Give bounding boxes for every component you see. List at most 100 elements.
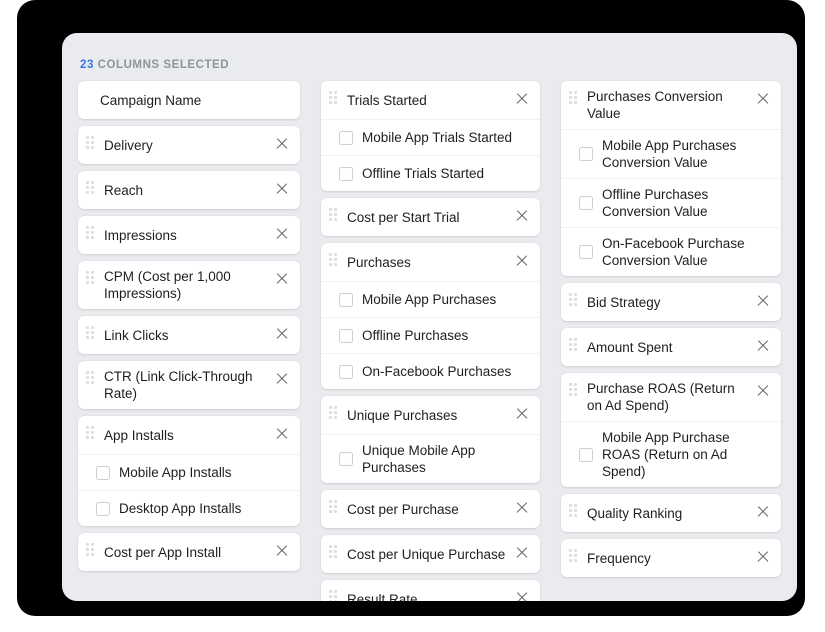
column-item-result-rate[interactable]: Result Rate	[321, 580, 540, 601]
column-item-purchases[interactable]: Purchases	[321, 243, 540, 281]
column-card-delivery: Delivery	[78, 126, 300, 164]
close-icon[interactable]	[274, 225, 290, 241]
drag-handle-icon[interactable]	[86, 181, 96, 194]
drag-handle-icon[interactable]	[328, 545, 339, 558]
column-item-impressions[interactable]: Impressions	[78, 216, 300, 254]
checkbox-unchecked-icon[interactable]	[579, 147, 593, 161]
close-icon[interactable]	[755, 548, 771, 564]
drag-handle-icon[interactable]	[86, 543, 96, 556]
checkbox-unchecked-icon[interactable]	[338, 130, 353, 145]
checkbox-unchecked-icon[interactable]	[338, 452, 353, 466]
checkbox-unchecked-icon[interactable]	[579, 245, 593, 259]
close-icon[interactable]	[755, 292, 771, 308]
close-icon[interactable]	[755, 503, 771, 519]
checkbox-unchecked-icon[interactable]	[338, 364, 353, 379]
drag-handle-icon[interactable]	[569, 293, 579, 306]
close-icon[interactable]	[755, 337, 771, 353]
sub-item-desktop-app-installs[interactable]: Desktop App Installs	[78, 490, 300, 526]
checkbox-unchecked-icon[interactable]	[338, 328, 353, 343]
sub-item-on-facebook-purchase-conversion-value[interactable]: On-Facebook Purchase Conversion Value	[561, 227, 781, 276]
close-icon[interactable]	[274, 542, 290, 558]
close-icon[interactable]	[755, 382, 771, 398]
sub-item-mobile-app-purchases-conversion-value[interactable]: Mobile App Purchases Conversion Value	[561, 129, 781, 178]
drag-handle-icon[interactable]	[86, 371, 96, 384]
column-item-campaign-name[interactable]: Campaign Name	[78, 81, 300, 119]
column-item-trials-started[interactable]: Trials Started	[321, 81, 540, 119]
close-icon[interactable]	[514, 207, 530, 223]
sub-item-on-facebook-purchases[interactable]: On-Facebook Purchases	[320, 353, 540, 389]
column-item-purchases-conversion-value[interactable]: Purchases Conversion Value	[561, 81, 781, 129]
column-item-cost-per-unique-purchase[interactable]: Cost per Unique Purchase	[321, 535, 540, 573]
column-item-delivery[interactable]: Delivery	[78, 126, 300, 164]
column-item-app-installs[interactable]: App Installs	[78, 416, 300, 454]
column-item-link-clicks[interactable]: Link Clicks	[78, 316, 300, 354]
drag-handle-icon[interactable]	[86, 226, 96, 239]
close-icon[interactable]	[514, 252, 530, 268]
close-icon[interactable]	[274, 425, 290, 441]
column-item-label: Reach	[104, 182, 144, 198]
close-icon[interactable]	[274, 325, 290, 341]
sub-item-mobile-app-purchase-roas-return-on-ad-spend[interactable]: Mobile App Purchase ROAS (Return on Ad S…	[561, 421, 781, 487]
column-item-cost-per-purchase[interactable]: Cost per Purchase	[321, 490, 540, 528]
drag-handle-icon[interactable]	[569, 549, 579, 562]
close-icon[interactable]	[274, 135, 290, 151]
drag-handle-icon[interactable]	[86, 136, 96, 149]
close-icon[interactable]	[514, 90, 530, 106]
sub-item-offline-purchases[interactable]: Offline Purchases	[320, 317, 540, 353]
checkbox-unchecked-icon[interactable]	[338, 292, 353, 307]
sub-item-label: Offline Purchases Conversion Value	[602, 187, 709, 219]
column-item-cpm-cost-per-1000-impressions[interactable]: CPM (Cost per 1,000 Impressions)	[78, 261, 300, 309]
checkbox-unchecked-icon[interactable]	[338, 166, 353, 181]
column-item-ctr-link-click-through-rate[interactable]: CTR (Link Click-Through Rate)	[78, 361, 300, 409]
drag-handle-icon[interactable]	[328, 590, 339, 601]
checkbox-unchecked-icon[interactable]	[579, 447, 593, 462]
close-icon[interactable]	[514, 405, 530, 421]
column-item-cost-per-start-trial[interactable]: Cost per Start Trial	[321, 198, 540, 236]
drag-handle-icon[interactable]	[569, 383, 579, 396]
drag-handle-icon[interactable]	[569, 504, 579, 517]
checkbox-unchecked-icon[interactable]	[96, 501, 110, 516]
drag-handle-icon[interactable]	[328, 253, 339, 266]
close-icon[interactable]	[514, 499, 530, 515]
drag-handle-icon[interactable]	[86, 326, 96, 339]
column-item-cost-per-app-install[interactable]: Cost per App Install	[78, 533, 300, 571]
close-icon[interactable]	[274, 370, 290, 386]
drag-handle-icon[interactable]	[328, 406, 339, 419]
column-item-quality-ranking[interactable]: Quality Ranking	[561, 494, 781, 532]
sub-item-unique-mobile-app-purchases[interactable]: Unique Mobile App Purchases	[320, 434, 540, 483]
sub-item-label: Unique Mobile App Purchases	[361, 443, 476, 475]
close-icon[interactable]	[274, 180, 290, 196]
sub-item-label: Mobile App Purchase ROAS (Return on Ad S…	[602, 430, 730, 479]
sub-item-mobile-app-purchases[interactable]: Mobile App Purchases	[320, 281, 540, 317]
sub-item-mobile-app-installs[interactable]: Mobile App Installs	[78, 454, 300, 490]
sub-item-offline-purchases-conversion-value[interactable]: Offline Purchases Conversion Value	[561, 178, 781, 227]
column-item-amount-spent[interactable]: Amount Spent	[561, 328, 781, 366]
column-card-result-rate: Result Rate	[320, 580, 540, 601]
column-item-label: Cost per Start Trial	[346, 209, 460, 225]
column-item-bid-strategy[interactable]: Bid Strategy	[561, 283, 781, 321]
column-item-reach[interactable]: Reach	[78, 171, 300, 209]
close-icon[interactable]	[274, 270, 290, 286]
drag-handle-icon[interactable]	[569, 91, 579, 104]
checkbox-unchecked-icon[interactable]	[579, 196, 593, 210]
drag-handle-icon[interactable]	[86, 271, 96, 284]
column-item-frequency[interactable]: Frequency	[561, 539, 781, 577]
drag-handle-icon[interactable]	[86, 426, 96, 439]
drag-handle-icon[interactable]	[328, 500, 339, 513]
column-item-label: Frequency	[587, 550, 651, 566]
drag-handle-icon[interactable]	[328, 91, 339, 104]
column-card-amount-spent: Amount Spent	[561, 328, 781, 366]
column-item-label: Amount Spent	[587, 339, 673, 355]
drag-handle-icon[interactable]	[328, 208, 339, 221]
drag-handle-icon[interactable]	[569, 338, 579, 351]
close-icon[interactable]	[514, 544, 530, 560]
sub-item-mobile-app-trials-started[interactable]: Mobile App Trials Started	[320, 119, 540, 155]
column-item-label: Delivery	[104, 137, 153, 153]
sub-item-offline-trials-started[interactable]: Offline Trials Started	[320, 155, 540, 191]
checkbox-unchecked-icon[interactable]	[96, 465, 110, 480]
column-item-purchase-roas-return-on-ad-spend[interactable]: Purchase ROAS (Return on Ad Spend)	[561, 373, 781, 421]
close-icon[interactable]	[514, 589, 530, 601]
close-icon[interactable]	[755, 90, 771, 106]
column-item-unique-purchases[interactable]: Unique Purchases	[321, 396, 540, 434]
sub-item-label: Offline Trials Started	[361, 166, 485, 181]
